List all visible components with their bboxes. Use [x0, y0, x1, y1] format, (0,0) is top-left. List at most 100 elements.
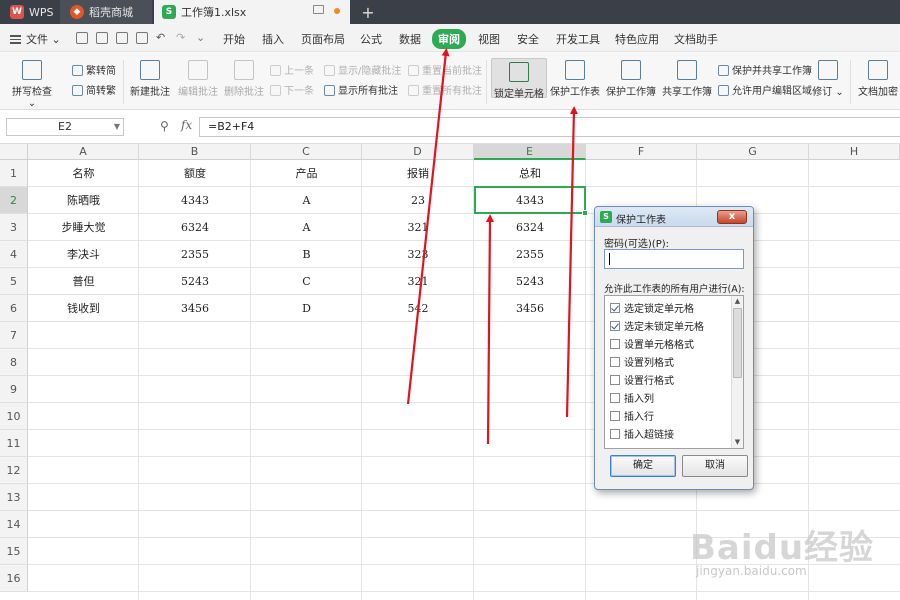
checkbox-checked-icon[interactable] — [610, 321, 620, 331]
row-header-13[interactable]: 13 — [0, 484, 28, 511]
cell-b1[interactable]: 额度 — [139, 160, 251, 187]
menu-view[interactable]: 视图 — [478, 31, 500, 47]
protect-sheet-button[interactable]: 保护工作表 — [550, 60, 600, 98]
column-header-d[interactable]: D — [362, 144, 474, 160]
scroll-down-icon[interactable]: ▼ — [732, 437, 743, 448]
zoom-icon[interactable]: ⚲ — [160, 119, 169, 133]
row-header-4[interactable]: 4 — [0, 241, 28, 268]
new-tab-button[interactable]: + — [358, 0, 378, 24]
cell-e6[interactable]: 3456 — [474, 295, 586, 322]
monitor-icon[interactable] — [313, 5, 324, 14]
cell-b3[interactable]: 6324 — [139, 214, 251, 241]
delete-comment-button[interactable]: 删除批注 — [222, 60, 266, 98]
row-header-16[interactable]: 16 — [0, 565, 28, 592]
cell-e5[interactable]: 5243 — [474, 268, 586, 295]
menu-review[interactable]: 审阅 — [432, 29, 466, 49]
allow-edit-ranges-button[interactable]: 允许用户编辑区域 — [718, 82, 812, 97]
cell-b2[interactable]: 4343 — [139, 187, 251, 214]
protect-workbook-button[interactable]: 保护工作簿 — [605, 60, 657, 98]
row-header-6[interactable]: 6 — [0, 295, 28, 322]
checkbox-unchecked-icon[interactable] — [610, 357, 620, 367]
lock-cells-button[interactable]: 锁定单元格 — [491, 58, 547, 100]
cell-b4[interactable]: 2355 — [139, 241, 251, 268]
to-simplified-button[interactable]: 简转繁 — [72, 82, 116, 97]
cell-d6[interactable]: 542 — [362, 295, 474, 322]
cell-c3[interactable]: A — [251, 214, 362, 241]
save-icon[interactable] — [76, 32, 88, 44]
name-box[interactable]: E2 ▼ — [6, 118, 124, 136]
column-header-c[interactable]: C — [251, 144, 362, 160]
share-workbook-button[interactable]: 共享工作簿 — [661, 60, 713, 98]
column-header-a[interactable]: A — [28, 144, 139, 160]
tab-docer-shop[interactable]: ◆ 稻壳商城 — [60, 0, 152, 24]
cell-a1[interactable]: 名称 — [28, 160, 139, 187]
permission-option[interactable]: 插入列 — [610, 390, 654, 405]
customize-toolbar-icon[interactable]: ⌄ — [196, 31, 205, 44]
menu-developer[interactable]: 开发工具 — [556, 31, 600, 47]
menu-formulas[interactable]: 公式 — [360, 31, 382, 47]
permissions-list[interactable]: ▲ ▼ 选定锁定单元格 选定未锁定单元格 设置单元格格式 设置列格式设置行格式插入列插… — [604, 295, 744, 449]
cell-d2[interactable]: 23 — [362, 187, 474, 214]
undo-icon[interactable]: ↶ — [156, 31, 165, 44]
doc-encrypt-button[interactable]: 文档加密 — [856, 60, 900, 98]
row-header-9[interactable]: 9 — [0, 376, 28, 403]
file-menu[interactable]: 文件 ⌄ — [10, 31, 61, 47]
show-hide-comment-button[interactable]: 显示/隐藏批注 — [324, 62, 401, 77]
edit-comment-button[interactable]: 编辑批注 — [176, 60, 220, 98]
row-header-8[interactable]: 8 — [0, 349, 28, 376]
cell-c2[interactable]: A — [251, 187, 362, 214]
checkbox-unchecked-icon[interactable] — [610, 429, 620, 439]
next-comment-button[interactable]: 下一条 — [270, 82, 314, 97]
menu-doc-assistant[interactable]: 文档助手 — [674, 31, 718, 47]
checkbox-unchecked-icon[interactable] — [610, 339, 620, 349]
cell-c1[interactable]: 产品 — [251, 160, 362, 187]
cell-d3[interactable]: 321 — [362, 214, 474, 241]
insert-function-icon[interactable]: fx — [181, 118, 192, 132]
scroll-thumb[interactable] — [733, 308, 742, 378]
permission-option[interactable]: 选定未锁定单元格 — [610, 318, 704, 333]
cell-a3[interactable]: 步睡大觉 — [28, 214, 139, 241]
tab-workbook[interactable]: S 工作簿1.xlsx — [154, 0, 350, 24]
spellcheck-button[interactable]: 拼写检查 ⌄ — [8, 60, 56, 109]
cancel-button[interactable]: 取消 — [682, 455, 748, 477]
permission-option[interactable]: 插入超链接 — [610, 426, 674, 441]
permission-option[interactable]: 设置单元格格式 — [610, 336, 694, 351]
menu-page-layout[interactable]: 页面布局 — [301, 31, 345, 47]
permission-option[interactable]: 设置行格式 — [610, 372, 674, 387]
select-all-corner[interactable] — [0, 144, 28, 160]
column-header-g[interactable]: G — [697, 144, 809, 160]
cell-d1[interactable]: 报销 — [362, 160, 474, 187]
permission-option[interactable]: 设置列格式 — [610, 354, 674, 369]
row-header-1[interactable]: 1 — [0, 160, 28, 187]
cell-b6[interactable]: 3456 — [139, 295, 251, 322]
column-header-b[interactable]: B — [139, 144, 251, 160]
column-header-h[interactable]: H — [809, 144, 900, 160]
redo-icon[interactable]: ↷ — [176, 31, 185, 44]
print-preview-icon[interactable] — [136, 32, 148, 44]
track-changes-button[interactable]: 修订 ⌄ — [812, 60, 844, 98]
prev-comment-button[interactable]: 上一条 — [270, 62, 314, 77]
password-input[interactable] — [604, 249, 744, 269]
checkbox-unchecked-icon[interactable] — [610, 375, 620, 385]
cell-a6[interactable]: 钱收到 — [28, 295, 139, 322]
menu-home[interactable]: 开始 — [223, 31, 245, 47]
row-header-15[interactable]: 15 — [0, 538, 28, 565]
row-header-10[interactable]: 10 — [0, 403, 28, 430]
new-comment-button[interactable]: 新建批注 — [128, 60, 172, 98]
cell-a2[interactable]: 陈晒哦 — [28, 187, 139, 214]
menu-insert[interactable]: 插入 — [262, 31, 284, 47]
cell-a4[interactable]: 李决斗 — [28, 241, 139, 268]
checkbox-unchecked-icon[interactable] — [610, 393, 620, 403]
permission-option[interactable]: 插入行 — [610, 408, 654, 423]
list-scrollbar[interactable]: ▲ ▼ — [731, 296, 743, 448]
show-all-comments-button[interactable]: 显示所有批注 — [324, 82, 398, 97]
chevron-down-icon[interactable]: ▼ — [114, 119, 120, 135]
row-header-14[interactable]: 14 — [0, 511, 28, 538]
menu-special-apps[interactable]: 特色应用 — [615, 31, 659, 47]
checkbox-checked-icon[interactable] — [610, 303, 620, 313]
print-icon[interactable] — [116, 32, 128, 44]
row-header-12[interactable]: 12 — [0, 457, 28, 484]
permission-option[interactable]: 选定锁定单元格 — [610, 300, 694, 315]
menu-data[interactable]: 数据 — [399, 31, 421, 47]
row-header-3[interactable]: 3 — [0, 214, 28, 241]
